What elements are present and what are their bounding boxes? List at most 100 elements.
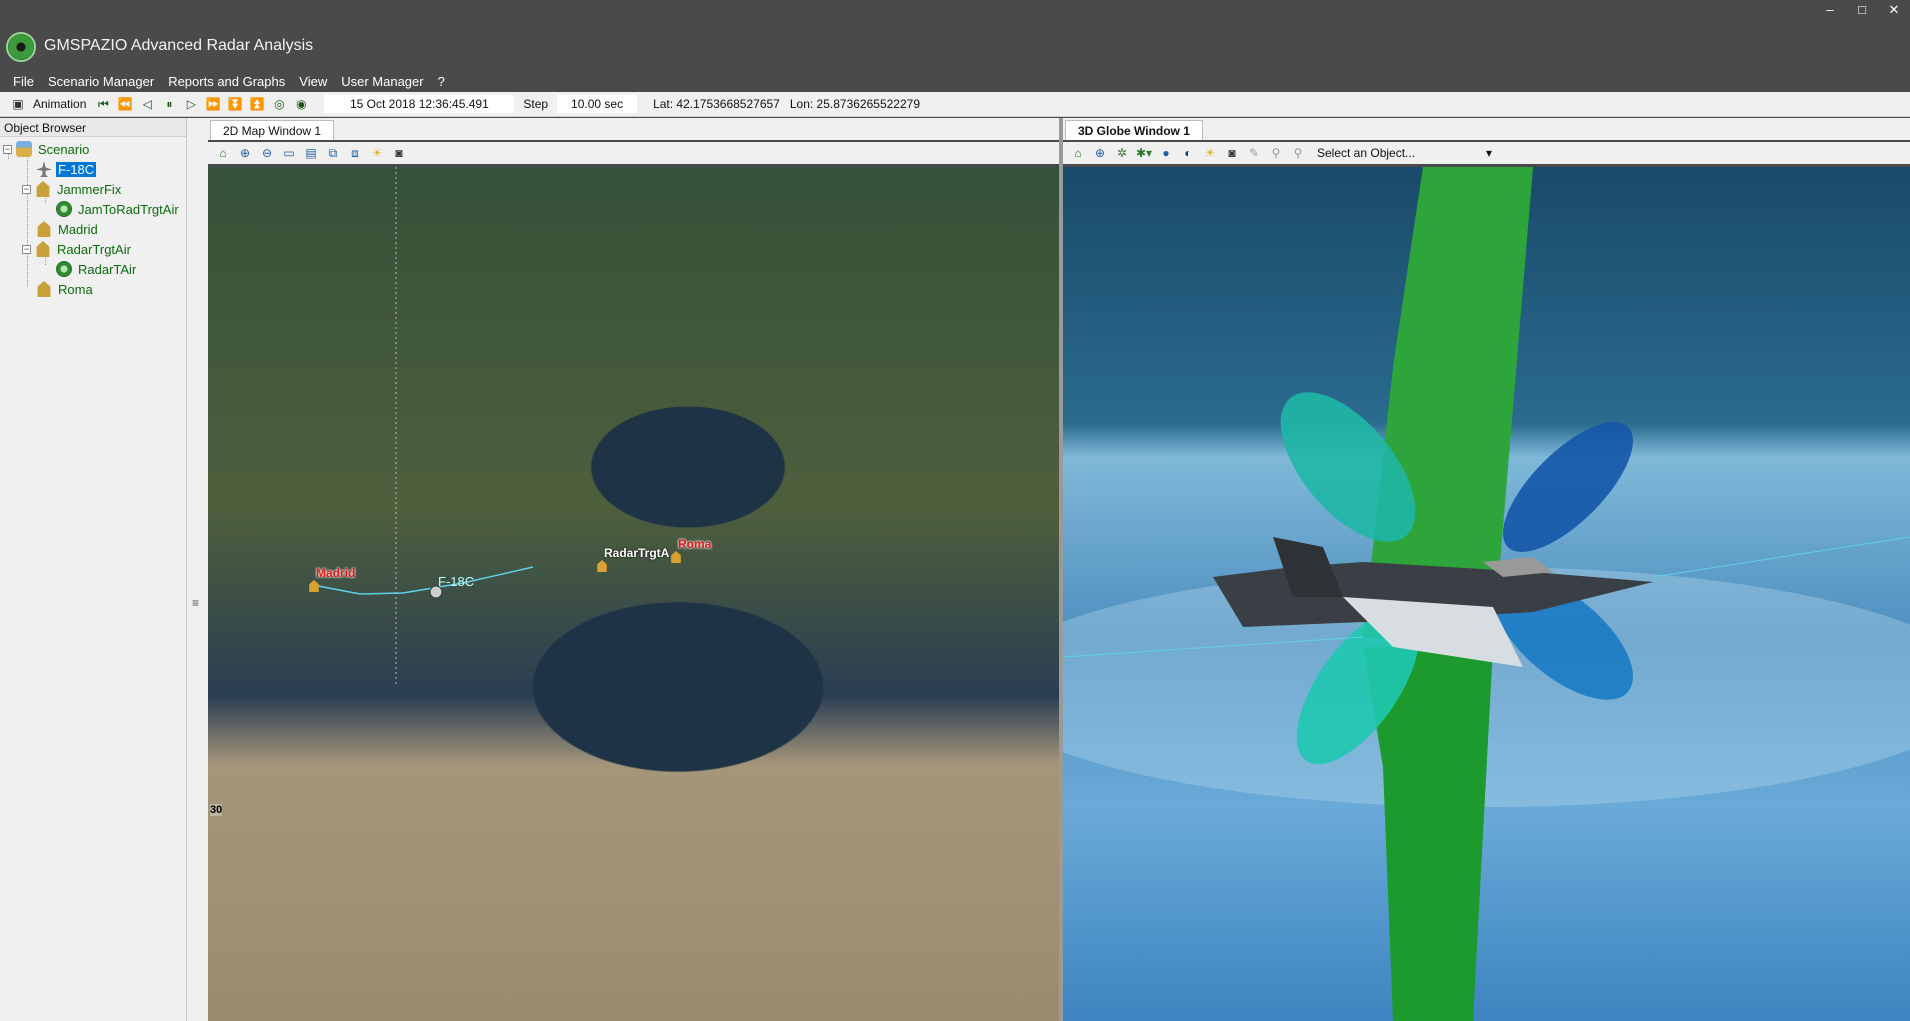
- animation-label: Animation: [33, 97, 87, 111]
- chevron-down-icon: ▾: [1485, 146, 1492, 160]
- globe-icon[interactable]: ●: [1157, 144, 1175, 162]
- facility-icon: [37, 221, 51, 237]
- window-controls: – □ ✕: [1814, 0, 1910, 22]
- map-home-icon[interactable]: ⌂: [214, 144, 232, 162]
- facility-icon: [37, 281, 51, 297]
- facility-icon: [36, 241, 50, 257]
- step-field[interactable]: 10.00 sec: [557, 95, 638, 113]
- map-overlay: [312, 167, 534, 687]
- menu-scenario-manager[interactable]: Scenario Manager: [41, 74, 161, 89]
- map-grid-label: 30: [210, 804, 223, 816]
- close-button[interactable]: ✕: [1878, 0, 1910, 22]
- menu-bar: File Scenario Manager Reports and Graphs…: [0, 70, 1910, 92]
- globe-scene: [1063, 167, 1910, 1021]
- zoom-in-icon[interactable]: ⊕: [236, 144, 254, 162]
- panel-splitter[interactable]: ≡: [187, 118, 208, 1021]
- view-options-icon[interactable]: ✱▾: [1135, 144, 1153, 162]
- globe-tab-strip: 3D Globe Window 1: [1063, 118, 1910, 140]
- menu-help[interactable]: ?: [431, 74, 452, 89]
- tree-node-label: JamToRadTrgtAir: [78, 201, 179, 217]
- tile-icon[interactable]: ⧈: [346, 144, 364, 162]
- tree-node-label: Madrid: [58, 221, 98, 237]
- window-title: GMSPAZIO Advanced Radar Analysis: [44, 37, 314, 54]
- sun-lighting-icon[interactable]: ☀: [368, 144, 386, 162]
- tab-3d-globe-window[interactable]: 3D Globe Window 1: [1065, 120, 1203, 140]
- tab-2d-map-window[interactable]: 2D Map Window 1: [210, 120, 335, 140]
- object-browser-title: Object Browser: [0, 118, 186, 137]
- tree-node-label: Roma: [58, 281, 93, 297]
- select-object-dropdown[interactable]: Select an Object... ▾: [1317, 146, 1492, 160]
- track-tool-icon[interactable]: ⚲: [1267, 144, 1285, 162]
- longitude-readout: Lon: 25.8736265522279: [789, 97, 920, 111]
- globe-3d-view[interactable]: [1063, 167, 1910, 1021]
- camera-icon[interactable]: ◙: [390, 144, 408, 162]
- object-browser-panel: Object Browser − Scenario F-18C − Jammer…: [0, 118, 187, 1021]
- zoom-in-icon[interactable]: ⊕: [1091, 144, 1109, 162]
- tree-node-radartair[interactable]: RadarTAir: [56, 259, 138, 279]
- datetime-field[interactable]: 15 Oct 2018 12:36:45.491: [324, 95, 515, 113]
- pick-tool-icon[interactable]: ✎: [1245, 144, 1263, 162]
- latitude-readout: Lat: 42.1753668527657: [653, 97, 780, 111]
- minimize-button[interactable]: –: [1814, 0, 1846, 22]
- play-icon[interactable]: ▷: [183, 96, 199, 112]
- map-label-madrid: Madrid: [316, 566, 356, 580]
- save-icon[interactable]: ▣: [10, 96, 26, 112]
- tree-node-radartrgtair[interactable]: − RadarTrgtAir: [22, 239, 133, 259]
- window-icon[interactable]: ▭: [280, 144, 298, 162]
- tree-node-f18c[interactable]: F-18C: [36, 159, 97, 179]
- menu-reports-and-graphs[interactable]: Reports and Graphs: [161, 74, 292, 89]
- app-logo-icon: [6, 32, 36, 62]
- tree-node-label: Scenario: [38, 141, 90, 157]
- map-2d-view[interactable]: Madrid F-18C RadarTrgtA Roma 30: [208, 167, 1059, 1021]
- tree-node-label: RadarTrgtAir: [57, 241, 131, 257]
- menu-user-manager[interactable]: User Manager: [334, 74, 430, 89]
- tree-node-scenario[interactable]: − Scenario: [3, 139, 91, 159]
- tree-node-jammerfix[interactable]: − JammerFix: [22, 179, 123, 199]
- maximize-button[interactable]: □: [1846, 0, 1878, 22]
- map-label-f18c: F-18C: [438, 574, 475, 589]
- step-back-icon[interactable]: ◁: [139, 96, 155, 112]
- title-bar: GMSPAZIO Advanced Radar Analysis – □ ✕: [0, 0, 1910, 72]
- globe-home-icon[interactable]: ⌂: [1069, 144, 1087, 162]
- step-label: Step: [523, 97, 549, 111]
- track-line-right: [1652, 536, 1910, 578]
- animation-toolbar: ▣ Animation ⏮ ⏪ ◁ ⏸ ▷ ⏩ ⏬ ⏫ ◎ ◉ 15 Oct 2…: [0, 92, 1910, 117]
- tree-node-label: RadarTAir: [78, 261, 137, 277]
- reset-clock-icon[interactable]: ◎: [271, 96, 287, 112]
- menu-view[interactable]: View: [292, 74, 334, 89]
- globe-toolbar: ⌂ ⊕ ✲ ✱▾ ● ◐ ☀ ◙ ✎ ⚲ ⚲ Select an Object.…: [1063, 142, 1910, 164]
- collapse-toggle-icon[interactable]: −: [22, 244, 31, 254]
- step-forward-icon[interactable]: ⏩: [205, 96, 221, 112]
- step-back-fast-icon[interactable]: ⏪: [117, 96, 133, 112]
- globe-night-icon[interactable]: ◐: [1179, 144, 1197, 162]
- map-label-radar: RadarTrgtA: [604, 546, 670, 560]
- camera-icon[interactable]: ◙: [1223, 144, 1241, 162]
- layers-icon[interactable]: ▤: [302, 144, 320, 162]
- orbit-icon[interactable]: ✲: [1113, 144, 1131, 162]
- slow-down-icon[interactable]: ⏬: [227, 96, 243, 112]
- speed-up-icon[interactable]: ⏫: [249, 96, 265, 112]
- map-tab-strip: 2D Map Window 1: [208, 118, 1059, 140]
- sun-lighting-icon[interactable]: ☀: [1201, 144, 1219, 162]
- radar-icon: [56, 201, 72, 217]
- overlay-icon[interactable]: ⧉: [324, 144, 342, 162]
- realtime-clock-icon[interactable]: ◉: [293, 96, 309, 112]
- zoom-out-icon[interactable]: ⊖: [258, 144, 276, 162]
- go-to-start-icon[interactable]: ⏮: [95, 96, 111, 112]
- tree-node-label: F-18C: [56, 161, 97, 177]
- pause-icon[interactable]: ⏸: [161, 96, 177, 112]
- map-label-roma: Roma: [678, 537, 712, 551]
- scenario-icon: [16, 141, 32, 157]
- tree-node-roma[interactable]: Roma: [36, 279, 95, 299]
- select-object-value: Select an Object...: [1317, 146, 1416, 160]
- menu-file[interactable]: File: [6, 74, 41, 89]
- tree-node-madrid[interactable]: Madrid: [36, 219, 100, 239]
- map-toolbar: ⌂ ⊕ ⊖ ▭ ▤ ⧉ ⧈ ☀ ◙: [208, 142, 1059, 164]
- aircraft-icon: [36, 161, 52, 177]
- facility-icon: [36, 181, 50, 197]
- tree-node-jamtoradtrgtair[interactable]: JamToRadTrgtAir: [56, 199, 181, 219]
- follow-tool-icon[interactable]: ⚲: [1289, 144, 1307, 162]
- collapse-toggle-icon[interactable]: −: [3, 144, 12, 154]
- splitter-grip-icon[interactable]: ≡: [192, 596, 199, 610]
- collapse-toggle-icon[interactable]: −: [22, 184, 31, 194]
